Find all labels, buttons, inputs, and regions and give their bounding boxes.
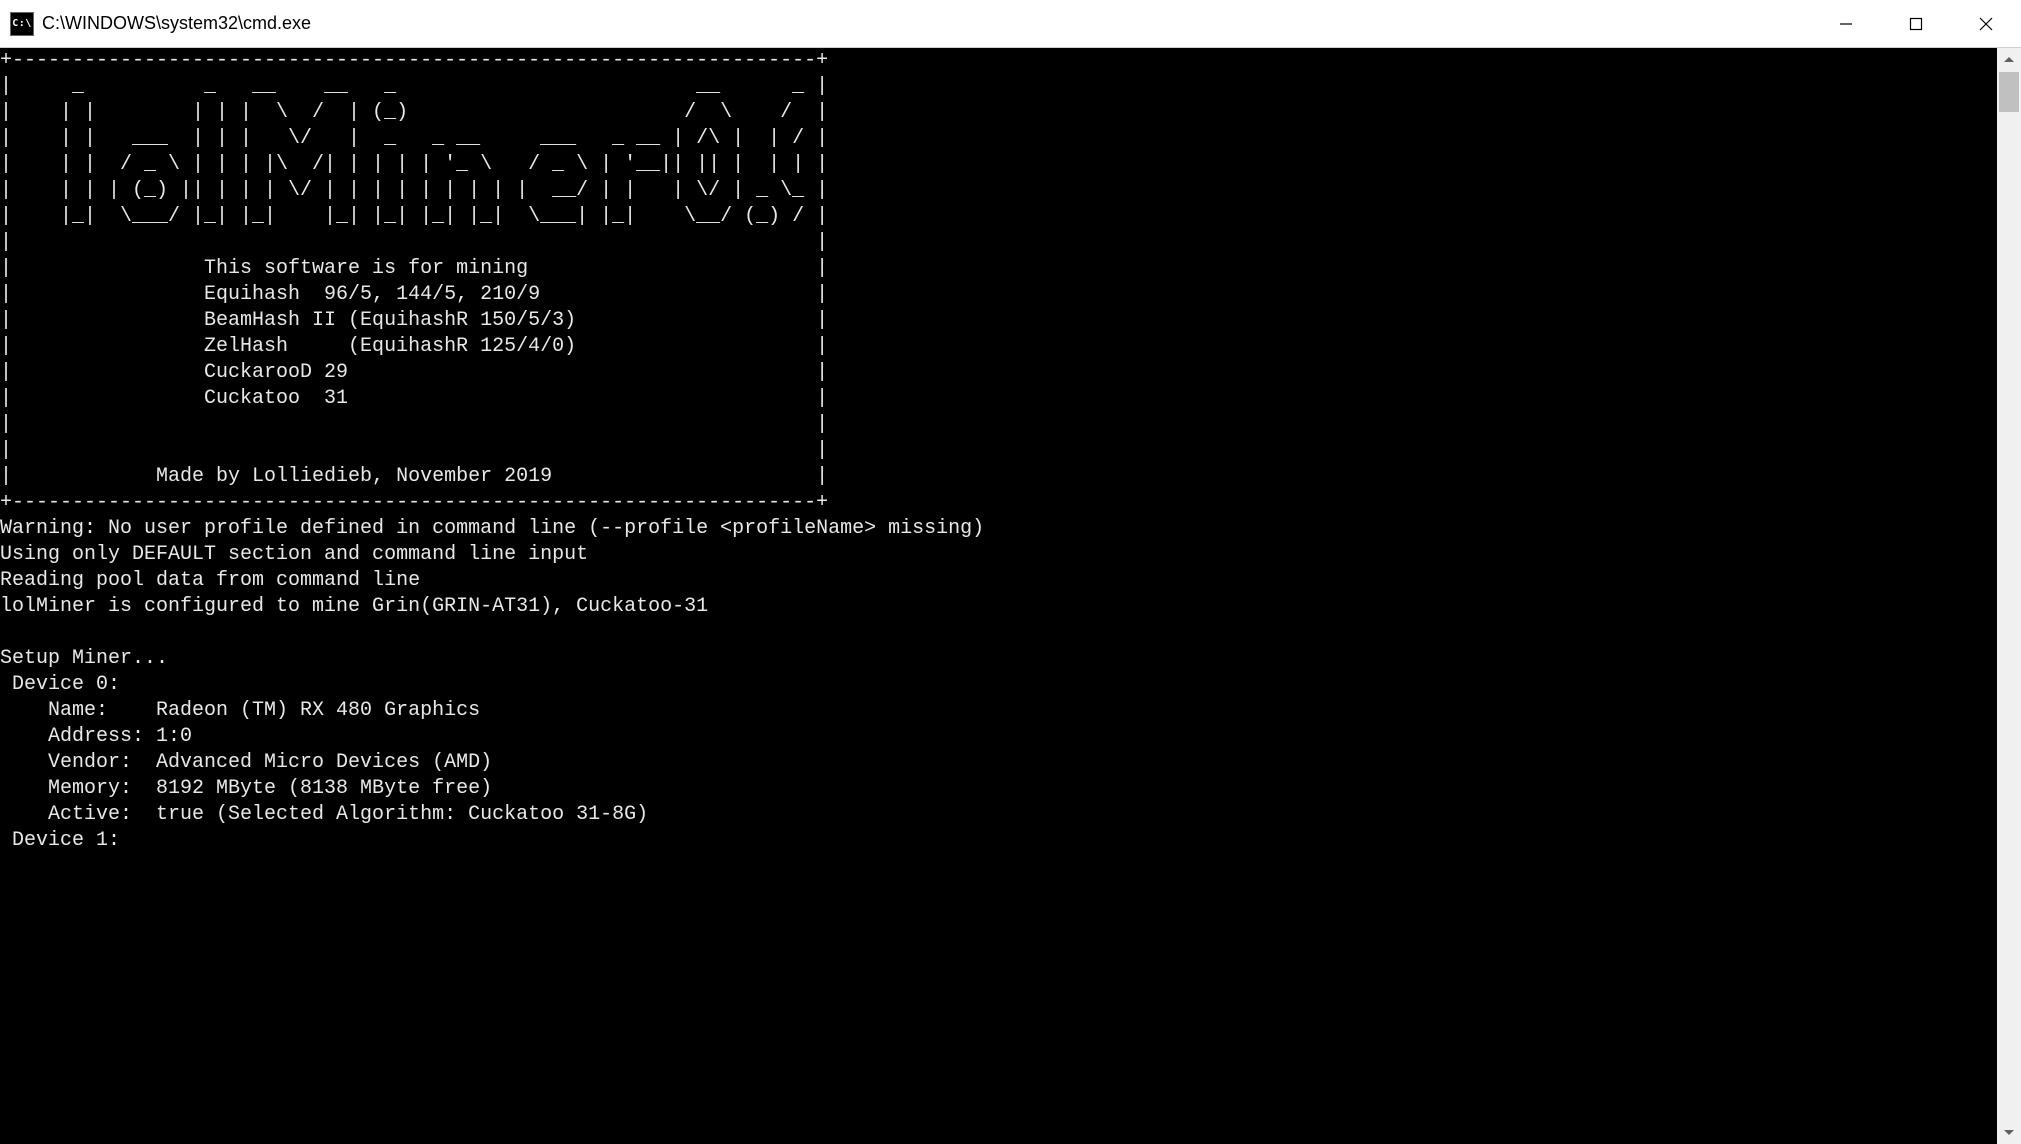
scroll-down-button[interactable] [1997, 1120, 2021, 1144]
minimize-button[interactable] [1811, 0, 1881, 47]
close-button[interactable] [1951, 0, 2021, 47]
window-controls [1811, 0, 2021, 47]
titlebar[interactable]: C:\ C:\WINDOWS\system32\cmd.exe [0, 0, 2021, 48]
window-title: C:\WINDOWS\system32\cmd.exe [42, 13, 311, 34]
cmd-icon: C:\ [10, 12, 34, 36]
terminal-output[interactable]: +---------------------------------------… [0, 48, 1997, 1144]
vertical-scrollbar[interactable] [1997, 48, 2021, 1144]
scroll-up-button[interactable] [1997, 48, 2021, 72]
maximize-button[interactable] [1881, 0, 1951, 47]
scroll-thumb[interactable] [1999, 72, 2019, 112]
scroll-track[interactable] [1997, 72, 2021, 1120]
terminal-container: +---------------------------------------… [0, 48, 2021, 1144]
